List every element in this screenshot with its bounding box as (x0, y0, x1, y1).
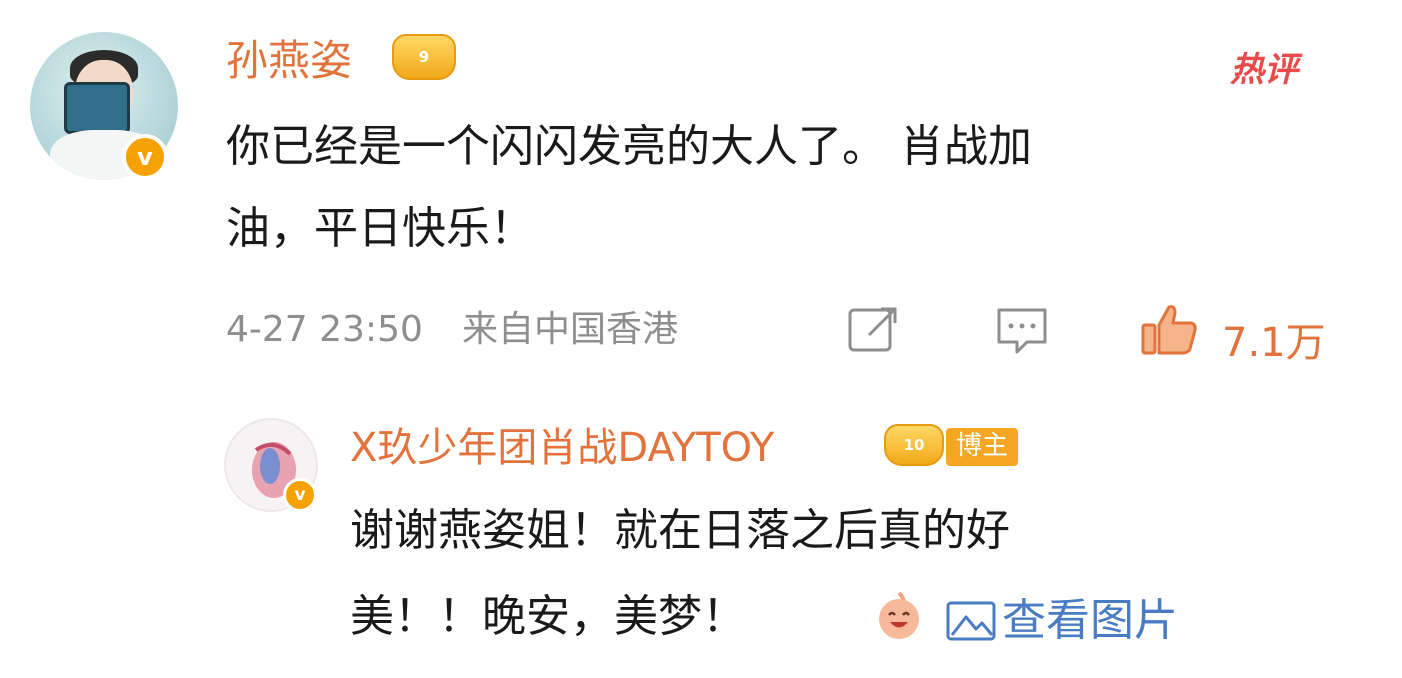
hot-comment-badge: 热评 (1230, 42, 1298, 91)
reply-text-line1: 谢谢燕姿姐！就在日落之后真的好 (350, 505, 1010, 556)
avatar-camera (64, 82, 130, 134)
image-icon (946, 601, 996, 641)
view-image-label[interactable]: 查看图片 (1002, 586, 1178, 656)
view-image-link[interactable]: 查看图片 (944, 586, 1178, 656)
comment-text-line1: 你已经是一个闪闪发亮的大人了。 肖战加 (226, 121, 1032, 172)
reply-verified-badge-icon: v (283, 478, 317, 512)
reply-username[interactable]: X玖少年团肖战DAYTOY (350, 428, 774, 468)
blogger-badge: 博主 (946, 428, 1019, 466)
level-number: 9 (418, 48, 430, 66)
comment-timestamp: 4-27 23:50 (226, 309, 423, 350)
laughing-emoji-icon (872, 588, 926, 642)
comment-username[interactable]: 孙燕姿 (226, 40, 352, 82)
share-icon[interactable] (846, 304, 902, 354)
hot-label: 热评 (1230, 50, 1298, 90)
comment-location: 来自中国香港 (462, 309, 679, 350)
comment-text-line2: 油，平日快乐！ (226, 203, 534, 254)
like-icon[interactable] (1138, 300, 1200, 358)
reply-level-number: 10 (903, 436, 925, 454)
crown-level-icon: 9 (392, 34, 456, 80)
comment-icon[interactable] (994, 304, 1050, 356)
reply-text-line2: 美！！晚安，美梦！ (350, 591, 746, 642)
reply-crown-level-icon: 10 (884, 424, 944, 466)
verified-badge-icon: v (122, 134, 168, 180)
like-count: 7.1万 (1222, 320, 1326, 366)
